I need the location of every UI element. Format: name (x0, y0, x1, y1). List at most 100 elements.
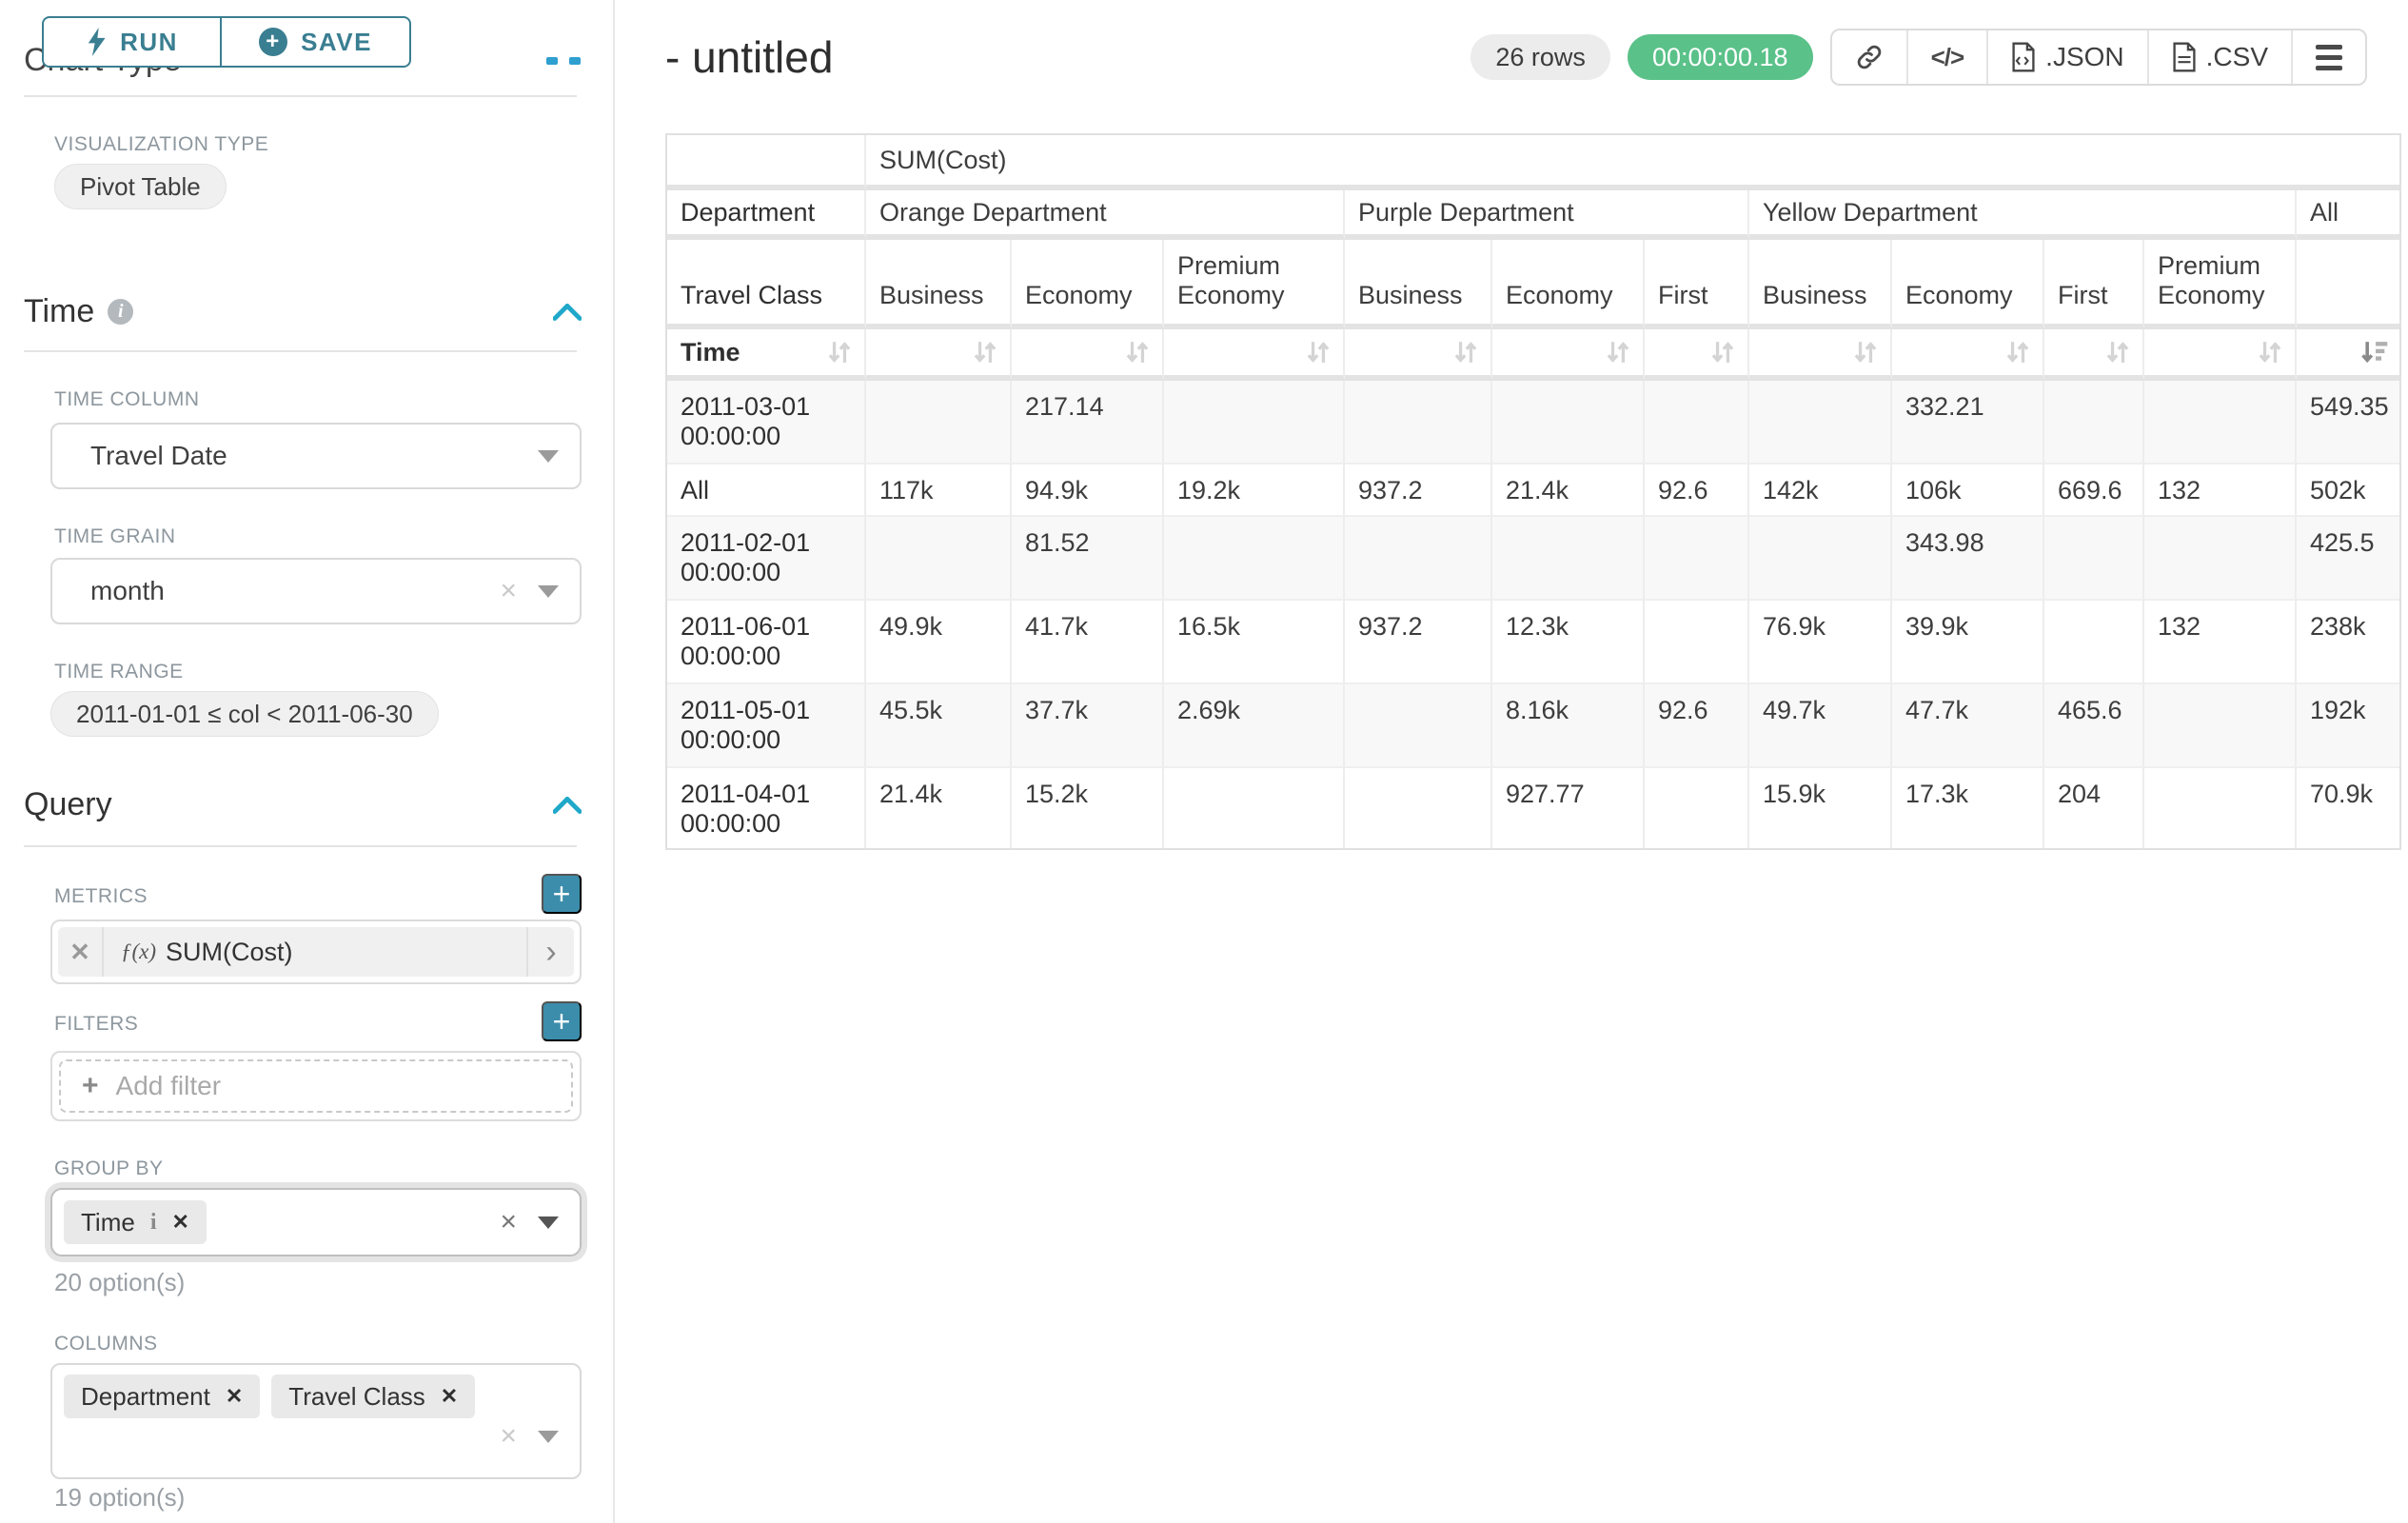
remove-tag-icon[interactable]: ✕ (171, 1210, 188, 1235)
value-cell: 45.5k (866, 684, 1012, 768)
pivot-body: 2011-03-01 00:00:00217.14332.21549.35All… (667, 381, 2399, 848)
file-text-icon (2172, 42, 2197, 72)
group-by-select[interactable]: Time i ✕ × (50, 1188, 582, 1256)
value-cell (1645, 601, 1749, 684)
department-group-header: All (2297, 190, 2399, 240)
value-cell: 15.2k (1012, 768, 1164, 848)
table-row: 2011-02-01 00:00:0081.52343.98425.5 (667, 517, 2399, 601)
chart-title[interactable]: - untitled (665, 31, 833, 83)
code-icon: </> (1931, 43, 1964, 72)
sort-toggle-icon[interactable] (2257, 338, 2283, 366)
remove-tag-icon[interactable]: ✕ (226, 1384, 243, 1409)
travel-class-header: Business (1749, 240, 1892, 329)
metric-pill[interactable]: ✕ ƒ(x) SUM(Cost) › (58, 927, 574, 977)
view-query-button[interactable]: </> (1906, 30, 1987, 84)
add-metric-button[interactable]: + (542, 874, 582, 914)
share-link-button[interactable] (1832, 30, 1906, 84)
viz-type-pill[interactable]: Pivot Table (54, 164, 227, 209)
filters-control: + Add filter (50, 1051, 582, 1121)
query-timer-badge: 00:00:00.18 (1628, 34, 1813, 80)
value-cell: 238k (2297, 601, 2399, 684)
value-cell: 41.7k (1012, 601, 1164, 684)
metric-name: SUM(Cost) (166, 938, 293, 967)
chart-header: - untitled 26 rows 00:00:00.18 </> (665, 29, 2367, 86)
export-json-label: .JSON (2045, 42, 2123, 72)
travel-class-header: Business (866, 240, 1012, 329)
export-json-button[interactable]: .JSON (1986, 30, 2146, 84)
time-section-title: Time (24, 293, 94, 330)
sort-desc-active-icon[interactable] (2359, 338, 2388, 366)
sort-toggle-icon[interactable] (1452, 338, 1479, 366)
filters-label: FILTERS (54, 1013, 138, 1036)
clear-icon[interactable]: × (500, 1422, 517, 1451)
sort-toggle-icon[interactable] (1709, 338, 1736, 366)
pivot-corner-cell (667, 135, 866, 190)
travel-class-header: Economy (1492, 240, 1645, 329)
column-sort-cell[interactable] (1345, 329, 1492, 381)
chevron-down-icon (538, 1216, 559, 1229)
columns-select[interactable]: Department ✕ Travel Class ✕ × (50, 1363, 582, 1479)
column-sort-cell[interactable] (1164, 329, 1345, 381)
value-cell (1749, 381, 1892, 465)
time-range-label: TIME RANGE (54, 661, 184, 683)
info-icon[interactable]: i (150, 1210, 157, 1236)
save-button[interactable]: + SAVE (221, 16, 411, 68)
export-csv-button[interactable]: .CSV (2147, 30, 2291, 84)
lightning-icon (86, 28, 107, 56)
columns-tag[interactable]: Department ✕ (64, 1375, 260, 1418)
columns-options-note: 19 option(s) (54, 1483, 185, 1513)
value-cell: 21.4k (866, 768, 1012, 848)
column-sort-cell[interactable] (2297, 329, 2399, 381)
sort-toggle-icon[interactable] (1852, 338, 1879, 366)
value-cell (1164, 768, 1345, 848)
clear-icon[interactable]: × (500, 1208, 517, 1236)
clear-icon[interactable]: × (500, 577, 517, 605)
chart-area: - untitled 26 rows 00:00:00.18 </> (617, 0, 2408, 1523)
sort-toggle-icon[interactable] (972, 338, 998, 366)
travel-class-header (2297, 240, 2399, 329)
sort-toggle-icon[interactable] (1124, 338, 1151, 366)
time-grain-select[interactable]: month × (50, 558, 582, 624)
column-sort-cell[interactable] (1012, 329, 1164, 381)
sort-toggle-icon[interactable] (1305, 338, 1332, 366)
travel-class-header: Premium Economy (2144, 240, 2297, 329)
column-sort-cell[interactable] (2144, 329, 2297, 381)
value-cell: 132 (2144, 465, 2297, 517)
section-divider (24, 95, 577, 97)
column-sort-cell[interactable] (1749, 329, 1892, 381)
time-range-pill[interactable]: 2011-01-01 ≤ col < 2011-06-30 (50, 691, 439, 737)
pivot-head: SUM(Cost)DepartmentOrange DepartmentPurp… (667, 135, 2399, 381)
run-button[interactable]: RUN (42, 16, 221, 68)
time-column-select[interactable]: Travel Date (50, 423, 582, 489)
column-sort-cell[interactable] (866, 329, 1012, 381)
more-options-button[interactable] (2291, 30, 2365, 84)
sort-toggle-icon[interactable] (2104, 338, 2131, 366)
column-sort-cell[interactable] (1492, 329, 1645, 381)
value-cell (1492, 517, 1645, 601)
info-icon[interactable]: i (108, 299, 133, 325)
value-cell (1492, 381, 1645, 465)
add-filter-plus-button[interactable]: + (542, 1001, 582, 1041)
chevron-up-icon[interactable] (553, 797, 582, 814)
column-sort-cell[interactable] (1645, 329, 1749, 381)
sort-toggle-icon[interactable] (2004, 338, 2031, 366)
sort-toggle-icon[interactable] (826, 338, 853, 366)
chevron-right-icon[interactable]: › (526, 927, 574, 977)
column-sort-cell[interactable] (2044, 329, 2144, 381)
remove-tag-icon[interactable]: ✕ (441, 1384, 458, 1409)
sort-toggle-icon[interactable] (1605, 338, 1631, 366)
group-by-tag[interactable]: Time i ✕ (64, 1200, 207, 1244)
time-grain-value: month (90, 576, 165, 606)
query-section-title: Query (24, 786, 112, 823)
pivot-table: SUM(Cost)DepartmentOrange DepartmentPurp… (665, 133, 2401, 850)
value-cell: 217.14 (1012, 381, 1164, 465)
value-cell (1345, 381, 1492, 465)
chevron-up-icon[interactable] (553, 304, 582, 321)
travel-class-header: First (2044, 240, 2144, 329)
remove-metric-icon[interactable]: ✕ (58, 927, 104, 977)
column-sort-cell[interactable] (1892, 329, 2044, 381)
export-csv-label: .CSV (2206, 42, 2268, 72)
value-cell: 92.6 (1645, 465, 1749, 517)
columns-tag[interactable]: Travel Class ✕ (271, 1375, 475, 1418)
add-filter-button[interactable]: + Add filter (59, 1059, 573, 1113)
